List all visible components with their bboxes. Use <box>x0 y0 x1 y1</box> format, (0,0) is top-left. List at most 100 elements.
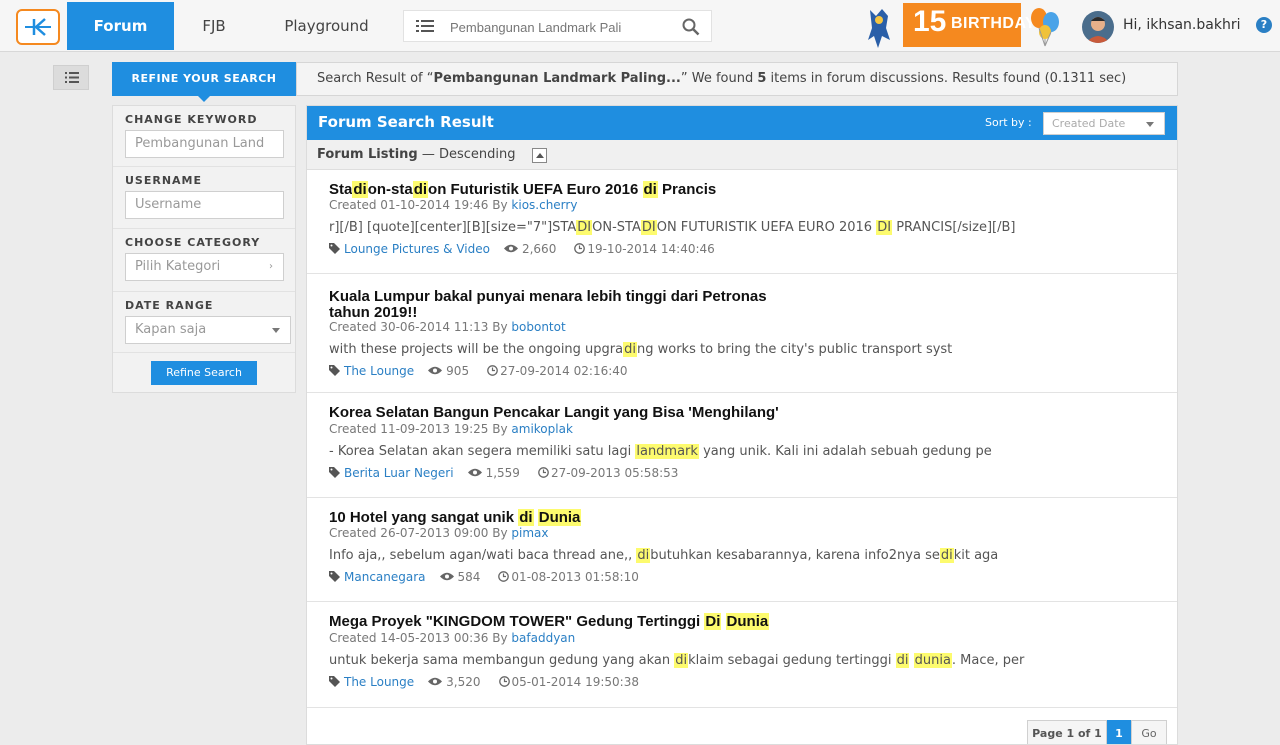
thread-title-link[interactable]: Mega Proyek "KINGDOM TOWER" Gedung Terti… <box>329 613 770 630</box>
avatar[interactable] <box>1082 11 1114 43</box>
collapse-toggle-icon[interactable] <box>532 148 547 163</box>
keyword-section: CHANGE KEYWORD Pembangunan Land <box>113 106 295 167</box>
username-section: USERNAME Username <box>113 167 295 229</box>
clock-icon <box>574 243 586 254</box>
author-link[interactable]: pimax <box>511 526 548 540</box>
category-link[interactable]: The Lounge <box>344 675 414 689</box>
category-label: CHOOSE CATEGORY <box>125 236 261 249</box>
created-text: Created 14-05-2013 00:36 By <box>329 631 512 645</box>
tag-icon <box>329 571 340 582</box>
view-count: 584 <box>457 570 481 584</box>
caret-down-icon <box>198 96 210 102</box>
tag-icon <box>329 365 340 376</box>
eye-icon <box>503 244 518 253</box>
category-link[interactable]: Lounge Pictures & Video <box>344 242 490 256</box>
listing-order: — Descending <box>417 147 516 162</box>
category-value: Pilih Kategori <box>135 259 221 274</box>
top-navbar: Forum FJB Playground 15 BIRTHDAY <box>0 0 1280 52</box>
list-item: Korea Selatan Bangun Pencakar Langit yan… <box>307 393 1177 498</box>
keyword-field[interactable]: Pembangunan Land <box>125 130 284 158</box>
summary-suffix: items in forum discussions. Results foun… <box>766 71 1127 86</box>
listing-bar: Forum Listing — Descending <box>307 140 1177 170</box>
mascot-icon <box>868 9 890 48</box>
created-text: Created 11-09-2013 19:25 By <box>329 422 512 436</box>
search-bar <box>403 10 712 42</box>
refine-search-button[interactable]: Refine Search <box>151 361 257 385</box>
list-icon <box>65 72 79 83</box>
birthday-word: BIRTHDAY <box>951 15 1037 32</box>
eye-icon <box>439 572 454 581</box>
clock-icon <box>498 571 510 582</box>
search-icon[interactable] <box>682 18 700 36</box>
summary-prefix: Search Result of “ <box>317 71 434 86</box>
view-count: 2,660 <box>521 242 557 256</box>
last-post-time: 19-10-2014 14:40:46 <box>587 242 715 256</box>
tag-icon <box>329 676 340 687</box>
last-post-time: 27-09-2013 05:58:53 <box>550 466 679 480</box>
chevron-right-icon: › <box>269 261 273 272</box>
author-link[interactable]: amikoplak <box>511 422 573 436</box>
go-button[interactable]: Go <box>1131 720 1167 744</box>
eye-icon <box>428 677 443 686</box>
created-text: Created 26-07-2013 09:00 By <box>329 526 512 540</box>
thread-meta: Created 14-05-2013 00:36 By bafaddyan <box>329 631 575 645</box>
search-summary: Search Result of “Pembangunan Landmark P… <box>296 62 1178 96</box>
page-indicator: Page 1 of 1 <box>1027 720 1107 744</box>
list-item: Kuala Lumpur bakal punyai menara lebih t… <box>307 274 1177 393</box>
tab-forum[interactable]: Forum <box>67 2 174 50</box>
sort-select[interactable]: Created Date <box>1043 112 1165 135</box>
thread-meta: Created 01-10-2014 19:46 By kios.cherry <box>329 198 577 212</box>
author-link[interactable]: bafaddyan <box>511 631 575 645</box>
results-title: Forum Search Result <box>318 113 494 131</box>
search-input[interactable] <box>450 16 670 38</box>
username-field[interactable]: Username <box>125 191 284 219</box>
date-label: DATE RANGE <box>125 299 214 312</box>
category-select[interactable]: Pilih Kategori › <box>125 253 284 281</box>
thread-title-link[interactable]: Kuala Lumpur bakal punyai menara lebih t… <box>329 289 767 321</box>
thread-title-link[interactable]: Stadion-stadion Futuristik UEFA Euro 201… <box>329 181 716 198</box>
refine-search-tab[interactable]: REFINE YOUR SEARCH <box>112 62 296 102</box>
user-greeting[interactable]: Hi, ikhsan.bakhri <box>1123 17 1240 33</box>
clock-icon <box>498 676 510 687</box>
category-link[interactable]: Berita Luar Negeri <box>344 466 454 480</box>
thread-meta: Created 30-06-2014 11:13 By bobontot <box>329 320 566 334</box>
results-header: Forum Search Result Sort by : Created Da… <box>307 106 1177 140</box>
tag-icon <box>329 243 340 254</box>
birthday-banner[interactable]: 15 BIRTHDAY <box>903 3 1036 47</box>
eye-icon <box>428 366 443 375</box>
created-text: Created 01-10-2014 19:46 By <box>329 198 512 212</box>
kaskus-logo-icon[interactable] <box>16 9 60 45</box>
date-range-value: Kapan saja <box>135 322 207 337</box>
view-count: 1,559 <box>485 466 520 480</box>
view-count: 905 <box>446 364 470 378</box>
thread-stats: The Lounge 3,520 05-01-2014 19:50:38 <box>329 675 639 689</box>
category-link[interactable]: Mancanegara <box>344 570 426 584</box>
sidebar-toggle-button[interactable] <box>53 65 89 90</box>
date-range-select[interactable]: Kapan saja <box>125 316 291 344</box>
clock-icon <box>487 365 498 376</box>
thread-snippet: untuk bekerja sama membangun gedung yang… <box>329 653 1025 668</box>
chevron-down-icon <box>272 328 280 333</box>
thread-title-link[interactable]: Korea Selatan Bangun Pencakar Langit yan… <box>329 405 779 421</box>
category-section: CHOOSE CATEGORY Pilih Kategori › <box>113 229 295 292</box>
thread-stats: Berita Luar Negeri 1,559 27-09-2013 05:58:… <box>329 466 678 480</box>
summary-query: Pembangunan Landmark Paling... <box>433 71 681 86</box>
tab-fjb[interactable]: FJB <box>186 2 242 50</box>
thread-stats: The Lounge 905 27-09-2014 02:16:40 <box>329 364 628 378</box>
created-text: Created 30-06-2014 11:13 By <box>329 320 512 334</box>
category-link[interactable]: The Lounge <box>344 364 414 378</box>
author-link[interactable]: bobontot <box>511 320 565 334</box>
thread-stats: Mancanegara 584 01-08-2013 01:58:10 <box>329 570 639 584</box>
chevron-down-icon <box>1146 122 1154 127</box>
tab-playground[interactable]: Playground <box>270 2 383 50</box>
last-post-time: 01-08-2013 01:58:10 <box>511 570 639 584</box>
list-item: Stadion-stadion Futuristik UEFA Euro 201… <box>307 170 1177 274</box>
thread-title-link[interactable]: 10 Hotel yang sangat unik di Dunia <box>329 509 582 526</box>
help-icon[interactable]: ? <box>1256 17 1272 33</box>
page-1-button[interactable]: 1 <box>1107 720 1131 744</box>
author-link[interactable]: kios.cherry <box>511 198 577 212</box>
listing-label: Forum Listing <box>317 147 418 162</box>
clock-icon <box>538 467 549 478</box>
list-icon[interactable] <box>416 19 434 33</box>
summary-middle: ” We found <box>680 71 758 86</box>
